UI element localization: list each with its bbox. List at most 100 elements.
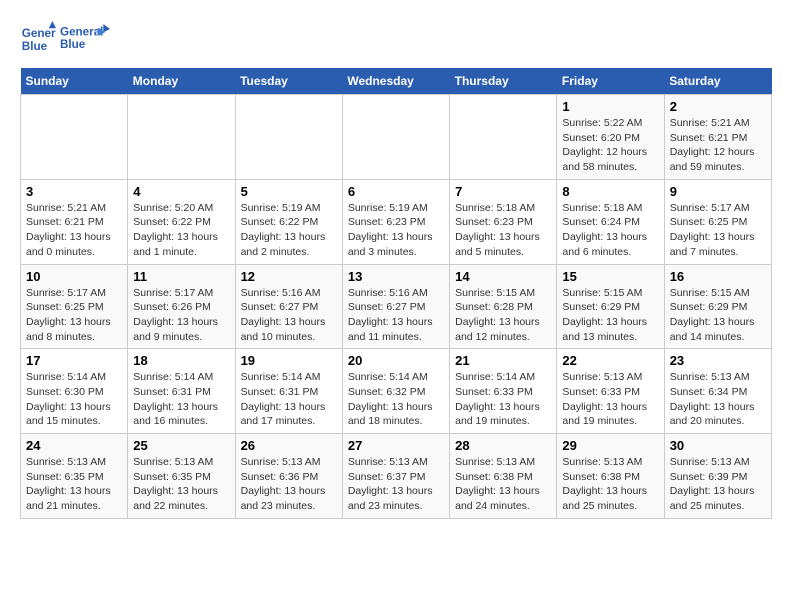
day-detail: Sunrise: 5:16 AM Sunset: 6:27 PM Dayligh…	[348, 286, 444, 345]
day-detail: Sunrise: 5:14 AM Sunset: 6:31 PM Dayligh…	[241, 370, 337, 429]
calendar-day-cell: 25 Sunrise: 5:13 AM Sunset: 6:35 PM Dayli…	[128, 434, 235, 519]
calendar-day-cell: 8 Sunrise: 5:18 AM Sunset: 6:24 PM Daylig…	[557, 179, 664, 264]
day-detail: Sunrise: 5:14 AM Sunset: 6:30 PM Dayligh…	[26, 370, 122, 429]
svg-text:General: General	[22, 27, 56, 40]
day-number: 28	[455, 438, 551, 453]
day-number: 27	[348, 438, 444, 453]
day-detail: Sunrise: 5:16 AM Sunset: 6:27 PM Dayligh…	[241, 286, 337, 345]
calendar-day-cell	[21, 95, 128, 180]
day-number: 23	[670, 353, 766, 368]
calendar-day-cell: 10 Sunrise: 5:17 AM Sunset: 6:25 PM Dayli…	[21, 264, 128, 349]
calendar-day-cell: 24 Sunrise: 5:13 AM Sunset: 6:35 PM Dayli…	[21, 434, 128, 519]
calendar-day-cell: 5 Sunrise: 5:19 AM Sunset: 6:22 PM Daylig…	[235, 179, 342, 264]
calendar-day-cell: 19 Sunrise: 5:14 AM Sunset: 6:31 PM Dayli…	[235, 349, 342, 434]
day-number: 11	[133, 269, 229, 284]
day-detail: Sunrise: 5:17 AM Sunset: 6:26 PM Dayligh…	[133, 286, 229, 345]
day-number: 26	[241, 438, 337, 453]
calendar-day-cell: 23Sunrise: 5:13 AM Sunset: 6:34 PM Dayli…	[664, 349, 771, 434]
day-detail: Sunrise: 5:19 AM Sunset: 6:23 PM Dayligh…	[348, 201, 444, 260]
day-detail: Sunrise: 5:15 AM Sunset: 6:29 PM Dayligh…	[562, 286, 658, 345]
calendar-day-cell: 16Sunrise: 5:15 AM Sunset: 6:29 PM Dayli…	[664, 264, 771, 349]
calendar-day-cell	[342, 95, 449, 180]
day-detail: Sunrise: 5:14 AM Sunset: 6:33 PM Dayligh…	[455, 370, 551, 429]
calendar-day-cell	[128, 95, 235, 180]
day-detail: Sunrise: 5:13 AM Sunset: 6:36 PM Dayligh…	[241, 455, 337, 514]
calendar-day-cell: 29 Sunrise: 5:13 AM Sunset: 6:38 PM Dayli…	[557, 434, 664, 519]
day-number: 10	[26, 269, 122, 284]
weekday-header-friday: Friday	[557, 68, 664, 95]
day-number: 8	[562, 184, 658, 199]
day-number: 7	[455, 184, 551, 199]
calendar-week-row: 3Sunrise: 5:21 AM Sunset: 6:21 PM Daylig…	[21, 179, 772, 264]
day-number: 29	[562, 438, 658, 453]
day-detail: Sunrise: 5:13 AM Sunset: 6:33 PM Dayligh…	[562, 370, 658, 429]
calendar-week-row: 17Sunrise: 5:14 AM Sunset: 6:30 PM Dayli…	[21, 349, 772, 434]
weekday-header-tuesday: Tuesday	[235, 68, 342, 95]
calendar-day-cell: 2Sunrise: 5:21 AM Sunset: 6:21 PM Daylig…	[664, 95, 771, 180]
day-detail: Sunrise: 5:17 AM Sunset: 6:25 PM Dayligh…	[26, 286, 122, 345]
day-detail: Sunrise: 5:13 AM Sunset: 6:38 PM Dayligh…	[455, 455, 551, 514]
day-detail: Sunrise: 5:21 AM Sunset: 6:21 PM Dayligh…	[26, 201, 122, 260]
calendar-day-cell: 20 Sunrise: 5:14 AM Sunset: 6:32 PM Dayli…	[342, 349, 449, 434]
day-detail: Sunrise: 5:13 AM Sunset: 6:35 PM Dayligh…	[26, 455, 122, 514]
day-detail: Sunrise: 5:20 AM Sunset: 6:22 PM Dayligh…	[133, 201, 229, 260]
day-detail: Sunrise: 5:17 AM Sunset: 6:25 PM Dayligh…	[670, 201, 766, 260]
calendar-day-cell: 26 Sunrise: 5:13 AM Sunset: 6:36 PM Dayli…	[235, 434, 342, 519]
calendar-day-cell: 1 Sunrise: 5:22 AM Sunset: 6:20 PM Daylig…	[557, 95, 664, 180]
day-detail: Sunrise: 5:13 AM Sunset: 6:38 PM Dayligh…	[562, 455, 658, 514]
day-detail: Sunrise: 5:13 AM Sunset: 6:35 PM Dayligh…	[133, 455, 229, 514]
svg-text:Blue: Blue	[60, 38, 86, 51]
day-number: 25	[133, 438, 229, 453]
calendar-week-row: 1 Sunrise: 5:22 AM Sunset: 6:20 PM Daylig…	[21, 95, 772, 180]
calendar-day-cell: 17Sunrise: 5:14 AM Sunset: 6:30 PM Dayli…	[21, 349, 128, 434]
day-detail: Sunrise: 5:13 AM Sunset: 6:39 PM Dayligh…	[670, 455, 766, 514]
day-number: 12	[241, 269, 337, 284]
calendar-week-row: 24 Sunrise: 5:13 AM Sunset: 6:35 PM Dayli…	[21, 434, 772, 519]
calendar-day-cell: 7Sunrise: 5:18 AM Sunset: 6:23 PM Daylig…	[450, 179, 557, 264]
calendar-week-row: 10 Sunrise: 5:17 AM Sunset: 6:25 PM Dayli…	[21, 264, 772, 349]
day-detail: Sunrise: 5:14 AM Sunset: 6:32 PM Dayligh…	[348, 370, 444, 429]
calendar-day-cell	[235, 95, 342, 180]
calendar-day-cell: 13 Sunrise: 5:16 AM Sunset: 6:27 PM Dayli…	[342, 264, 449, 349]
weekday-header-saturday: Saturday	[664, 68, 771, 95]
day-detail: Sunrise: 5:14 AM Sunset: 6:31 PM Dayligh…	[133, 370, 229, 429]
day-detail: Sunrise: 5:18 AM Sunset: 6:24 PM Dayligh…	[562, 201, 658, 260]
day-number: 5	[241, 184, 337, 199]
calendar-day-cell: 14Sunrise: 5:15 AM Sunset: 6:28 PM Dayli…	[450, 264, 557, 349]
logo: General Blue General Blue	[20, 20, 110, 58]
day-detail: Sunrise: 5:15 AM Sunset: 6:29 PM Dayligh…	[670, 286, 766, 345]
day-number: 13	[348, 269, 444, 284]
calendar-day-cell: 30 Sunrise: 5:13 AM Sunset: 6:39 PM Dayli…	[664, 434, 771, 519]
day-number: 14	[455, 269, 551, 284]
calendar-day-cell: 21 Sunrise: 5:14 AM Sunset: 6:33 PM Dayli…	[450, 349, 557, 434]
day-number: 1	[562, 99, 658, 114]
day-number: 4	[133, 184, 229, 199]
svg-text:General: General	[60, 26, 103, 39]
calendar-day-cell: 11 Sunrise: 5:17 AM Sunset: 6:26 PM Dayli…	[128, 264, 235, 349]
calendar-day-cell: 9 Sunrise: 5:17 AM Sunset: 6:25 PM Daylig…	[664, 179, 771, 264]
calendar-day-cell: 28 Sunrise: 5:13 AM Sunset: 6:38 PM Dayli…	[450, 434, 557, 519]
calendar-day-cell: 18Sunrise: 5:14 AM Sunset: 6:31 PM Dayli…	[128, 349, 235, 434]
logo-bird-icon: General Blue	[60, 20, 110, 58]
weekday-header-monday: Monday	[128, 68, 235, 95]
calendar-day-cell: 22Sunrise: 5:13 AM Sunset: 6:33 PM Dayli…	[557, 349, 664, 434]
day-detail: Sunrise: 5:22 AM Sunset: 6:20 PM Dayligh…	[562, 116, 658, 175]
day-detail: Sunrise: 5:19 AM Sunset: 6:22 PM Dayligh…	[241, 201, 337, 260]
weekday-header-thursday: Thursday	[450, 68, 557, 95]
day-number: 24	[26, 438, 122, 453]
day-detail: Sunrise: 5:21 AM Sunset: 6:21 PM Dayligh…	[670, 116, 766, 175]
day-number: 21	[455, 353, 551, 368]
logo-icon: General Blue	[20, 21, 56, 57]
day-detail: Sunrise: 5:13 AM Sunset: 6:37 PM Dayligh…	[348, 455, 444, 514]
day-number: 30	[670, 438, 766, 453]
calendar-day-cell	[450, 95, 557, 180]
day-number: 19	[241, 353, 337, 368]
weekday-header-wednesday: Wednesday	[342, 68, 449, 95]
calendar-day-cell: 3Sunrise: 5:21 AM Sunset: 6:21 PM Daylig…	[21, 179, 128, 264]
day-number: 20	[348, 353, 444, 368]
page-header: General Blue General Blue	[20, 20, 772, 58]
weekday-header-row: SundayMondayTuesdayWednesdayThursdayFrid…	[21, 68, 772, 95]
calendar-day-cell: 6Sunrise: 5:19 AM Sunset: 6:23 PM Daylig…	[342, 179, 449, 264]
day-number: 9	[670, 184, 766, 199]
day-number: 15	[562, 269, 658, 284]
